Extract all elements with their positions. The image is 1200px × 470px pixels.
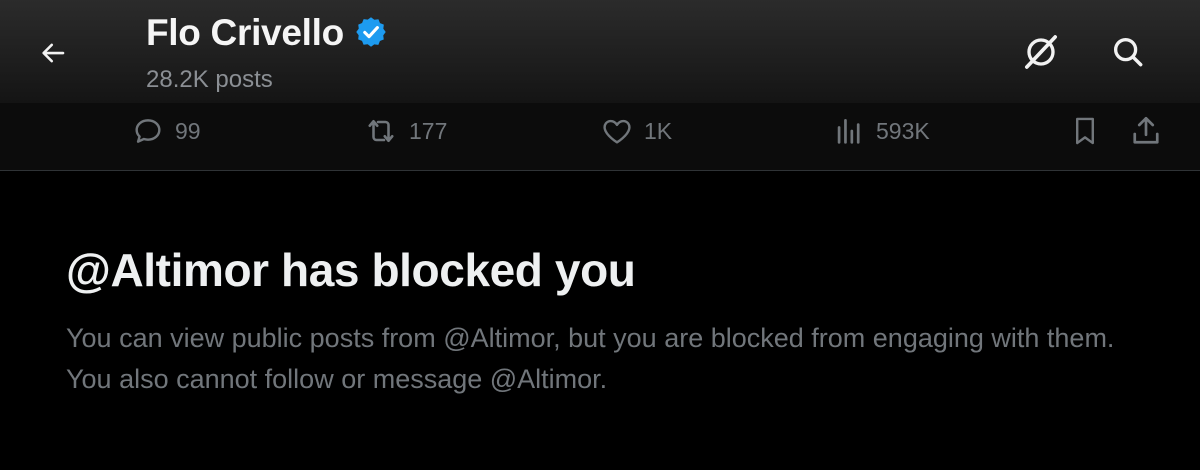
views-icon [837, 119, 860, 144]
repost-count: 177 [409, 117, 448, 144]
bookmark-button[interactable] [1068, 111, 1102, 151]
grok-icon [1025, 35, 1057, 69]
post-count: 28.2K posts [146, 66, 273, 93]
back-arrow-icon [42, 43, 65, 63]
reply-icon [135, 119, 161, 143]
like-icon [603, 119, 631, 144]
like-count: 1K [644, 117, 673, 144]
view-count: 593K [876, 117, 930, 144]
repost-button[interactable]: 177 [363, 111, 447, 151]
reply-button[interactable]: 99 [131, 111, 201, 151]
views-button[interactable]: 593K [832, 111, 930, 151]
profile-header: Flo Crivello 28.2K posts [0, 0, 1200, 103]
grok-button[interactable] [1018, 29, 1064, 75]
like-button[interactable]: 1K [600, 111, 672, 151]
post-action-bar: 99 177 1K 593K [0, 103, 1200, 171]
repost-icon [368, 119, 394, 143]
blocked-notice: @Altimor has blocked you You can view pu… [0, 171, 1200, 470]
blocked-title: @Altimor has blocked you [66, 244, 636, 296]
search-button[interactable] [1105, 29, 1151, 75]
reply-count: 99 [175, 117, 201, 144]
share-icon [1133, 116, 1159, 144]
blocked-description: You can view public posts from @Altimor,… [66, 323, 1115, 394]
back-button[interactable] [30, 30, 76, 76]
share-button[interactable] [1128, 111, 1164, 151]
profile-name: Flo Crivello [146, 12, 344, 53]
search-icon [1113, 37, 1143, 67]
verified-badge-icon [354, 15, 388, 54]
profile-title: Flo Crivello [146, 12, 388, 54]
bookmark-icon [1076, 117, 1094, 145]
